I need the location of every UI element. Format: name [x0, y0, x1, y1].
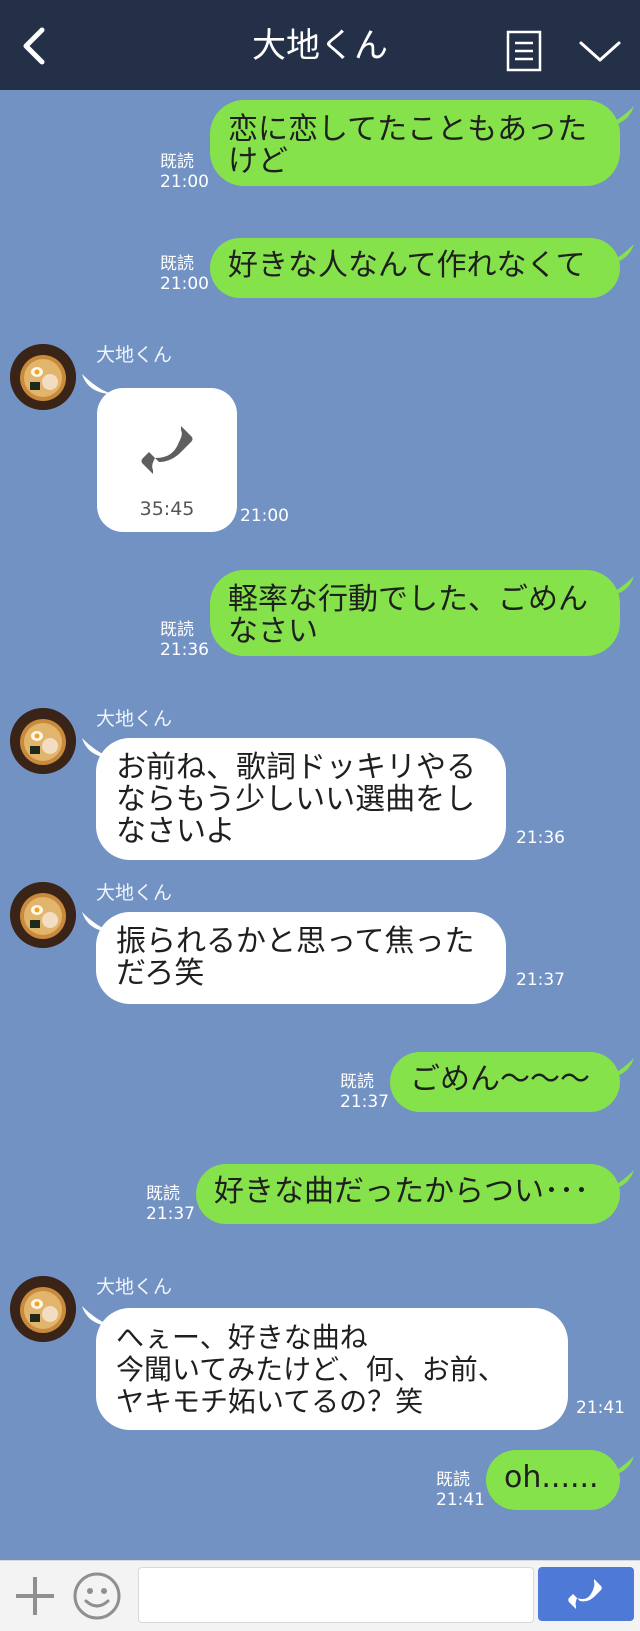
ramen-avatar-icon [10, 882, 76, 948]
avatar[interactable] [10, 708, 76, 774]
sender-name: 大地くん [96, 882, 173, 904]
message-time: 21:37 [516, 970, 565, 990]
avatar[interactable] [10, 344, 76, 410]
bubble-tail [604, 576, 634, 596]
plus-icon[interactable] [14, 1575, 56, 1617]
message-time: 21:41 [576, 1398, 625, 1418]
read-receipt: 既読 21:36 [160, 620, 209, 660]
message-bubble-sent[interactable]: oh...... [486, 1450, 620, 1510]
message-bubble-received[interactable]: 振られるかと思って焦った だろ笑 [96, 912, 506, 1004]
chat-header: 大地くん [0, 0, 640, 90]
call-button[interactable] [538, 1567, 634, 1621]
bubble-tail [604, 1456, 634, 1476]
phone-icon [141, 426, 193, 474]
message-bubble-received[interactable]: へぇー、好きな曲ね 今聞いてみたけど、何、お前、 ヤキモチ妬いてるの？笑 [96, 1308, 568, 1430]
chat-title: 大地くん [252, 26, 388, 66]
message-bubble-received[interactable]: お前ね、歌詞ドッキリやる ならもう少しいい選曲をし なさいよ [96, 738, 506, 860]
read-receipt: 既読 21:00 [160, 152, 209, 192]
message-bubble-sent[interactable]: 軽率な行動でした、ごめん なさい [210, 570, 620, 656]
ramen-avatar-icon [10, 708, 76, 774]
message-bubble-sent[interactable]: 恋に恋してたこともあった けど [210, 100, 620, 186]
notes-icon[interactable] [506, 30, 542, 72]
ramen-avatar-icon [10, 344, 76, 410]
read-receipt: 既読 21:00 [160, 254, 209, 294]
bubble-tail [604, 244, 634, 264]
read-receipt: 既読 21:41 [436, 1470, 485, 1510]
message-time: 21:00 [240, 506, 289, 526]
read-receipt: 既読 21:37 [146, 1184, 195, 1224]
avatar[interactable] [10, 882, 76, 948]
bubble-tail [604, 1058, 634, 1078]
message-bubble-sent[interactable]: 好きな曲だったからつい･･･ [196, 1164, 620, 1224]
message-bubble-sent[interactable]: 好きな人なんて作れなくて [210, 238, 620, 298]
sender-name: 大地くん [96, 708, 173, 730]
bubble-tail [604, 106, 634, 126]
avatar[interactable] [10, 1276, 76, 1342]
input-bar [0, 1560, 640, 1631]
message-time: 21:36 [516, 828, 565, 848]
phone-icon [568, 1579, 602, 1609]
chevron-down-icon[interactable] [578, 38, 622, 66]
message-bubble-sent[interactable]: ごめん〜〜〜 [390, 1052, 620, 1112]
message-list[interactable]: 既読 21:00 恋に恋してたこともあった けど 既読 21:00 好きな人なんて作れ… [0, 90, 640, 1560]
call-duration: 35:45 [139, 498, 195, 520]
voice-call-card[interactable]: 35:45 [97, 388, 237, 532]
emoji-icon[interactable] [72, 1571, 122, 1621]
sender-name: 大地くん [96, 1276, 173, 1298]
ramen-avatar-icon [10, 1276, 76, 1342]
message-input[interactable] [138, 1567, 534, 1623]
sender-name: 大地くん [96, 344, 173, 366]
read-receipt: 既読 21:37 [340, 1072, 389, 1112]
bubble-tail [82, 374, 112, 394]
bubble-tail [604, 1170, 634, 1190]
